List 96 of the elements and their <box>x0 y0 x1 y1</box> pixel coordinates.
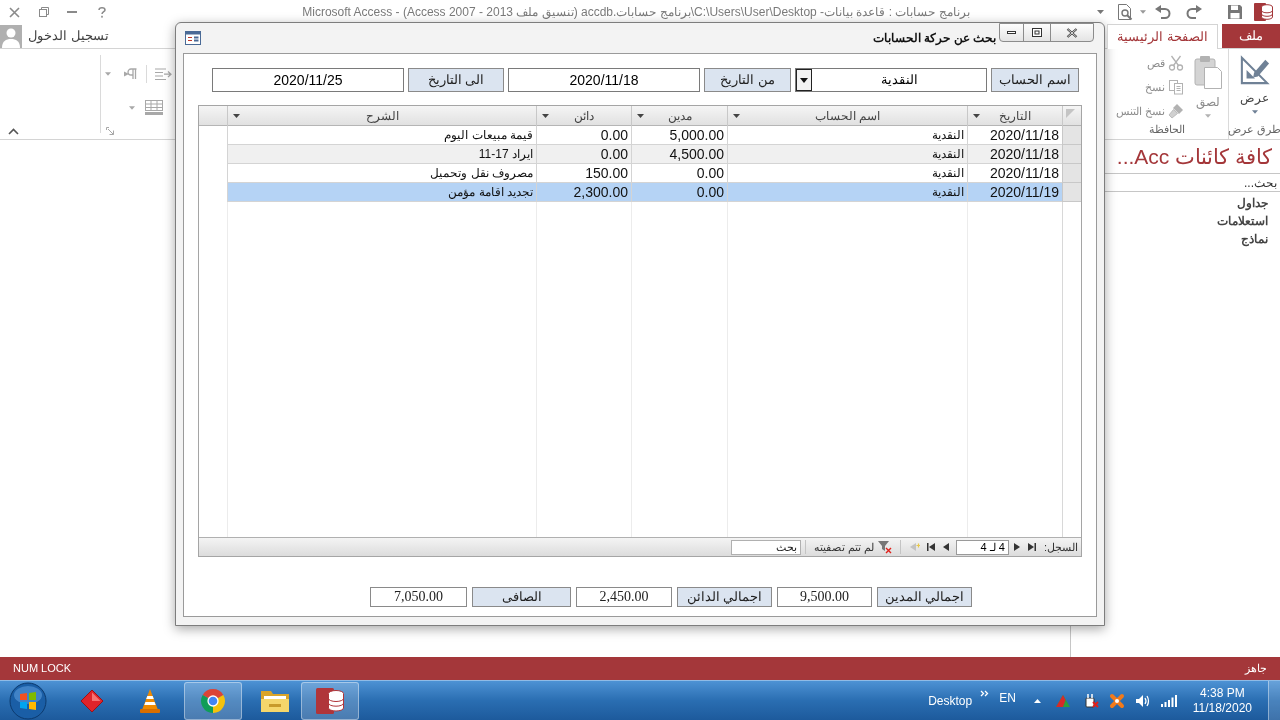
num-lock-indicator: NUM LOCK <box>13 661 72 677</box>
table-cell: النقدية <box>727 183 967 202</box>
group-label: طرق عرض <box>1227 122 1280 138</box>
total-field[interactable]: 9,500.00 <box>777 587 872 607</box>
dropdown-arrow-icon[interactable] <box>973 114 980 118</box>
gridlines-icon[interactable] <box>145 100 163 115</box>
caret-icon <box>1251 110 1258 114</box>
caret-icon <box>1205 114 1211 118</box>
caret-icon[interactable] <box>105 72 111 76</box>
previous-record-icon[interactable] <box>1012 543 1021 551</box>
restore-icon <box>1032 28 1042 37</box>
field-label: اسم الحساب <box>991 68 1079 92</box>
group-label: الحافظة <box>1148 122 1185 137</box>
next-record-icon[interactable] <box>941 543 950 551</box>
total-field[interactable]: 7,050.00 <box>370 587 467 607</box>
cross-icon[interactable] <box>1108 692 1125 709</box>
field-label: الى التاريخ <box>408 68 504 92</box>
caret-icon[interactable] <box>1140 10 1146 14</box>
total-label: الصافى <box>472 587 571 607</box>
save-icon[interactable] <box>1227 4 1243 20</box>
caret-icon <box>800 77 808 83</box>
nav-pane-title[interactable]: كافة كائنات Acc... <box>1116 143 1272 170</box>
clipboard-icon <box>1194 55 1222 89</box>
total-label: اجمالي المدين <box>877 587 972 607</box>
database-icon <box>315 686 345 715</box>
database-logo-icon <box>1254 3 1273 21</box>
record-position-field[interactable]: 4 لـ 4 <box>955 539 1009 555</box>
taskbar-app-button[interactable] <box>138 687 162 714</box>
close-icon[interactable] <box>9 6 20 18</box>
paragraph-direction-icon[interactable] <box>124 68 138 80</box>
search-field[interactable]: بحث <box>730 539 801 555</box>
diamond-icon <box>80 688 104 713</box>
help-icon[interactable] <box>98 6 106 18</box>
status-text: جاهز <box>1245 661 1267 677</box>
first-record-icon[interactable] <box>1027 543 1036 551</box>
ruler-pencil-icon <box>1239 55 1270 85</box>
print-preview-icon[interactable] <box>1117 3 1133 21</box>
minimize-button[interactable] <box>999 23 1024 42</box>
dropdown-button[interactable] <box>796 69 812 91</box>
table-cell: 0.00 <box>631 183 727 202</box>
table-cell: تجديد اقامة مؤمن <box>227 183 536 202</box>
clock-time[interactable]: 4:38 PM <box>1200 685 1245 701</box>
filter-icon <box>877 540 892 554</box>
dropdown-arrow-icon[interactable] <box>733 114 740 118</box>
double-chevron-icon[interactable] <box>980 690 990 697</box>
indent-icon[interactable] <box>155 68 172 80</box>
start-orb-icon[interactable] <box>9 681 47 720</box>
up-arrow-icon[interactable] <box>1033 698 1041 703</box>
window-title: برنامج حسابات : قاعدة بيانات- C:\Users\User\Desktop\برنامج حسابات.accdb (تنسيق ملف Access 2007 - 2013) - Microsoft Access <box>302 4 970 21</box>
dialog-launcher-icon[interactable] <box>106 127 114 135</box>
total-field[interactable]: 2,450.00 <box>576 587 672 607</box>
tricolor-circle-icon <box>200 687 226 714</box>
total-label: اجمالي الدائن <box>677 587 772 607</box>
restore-button[interactable] <box>1023 23 1051 42</box>
restore-icon[interactable] <box>39 7 49 17</box>
speaker-icon[interactable] <box>1134 693 1151 708</box>
copy-icon <box>1168 79 1184 95</box>
date-field[interactable]: 2020/11/18 <box>508 68 700 92</box>
nav-group-header[interactable]: جداول <box>1237 195 1268 211</box>
table-cell: 2,300.00 <box>536 183 631 202</box>
caret-icon[interactable] <box>129 105 135 110</box>
view-button[interactable]: عرض <box>1235 49 1274 114</box>
ribbon-tab[interactable]: الصفحة الرئيسية <box>1107 24 1218 49</box>
power-plug-icon[interactable] <box>1082 692 1099 709</box>
table-cell: 2020/11/19 <box>967 183 1062 202</box>
desktop-toolbar-label[interactable]: Desktop <box>928 691 973 710</box>
last-record-icon[interactable] <box>926 543 935 551</box>
minimize-icon <box>1007 31 1016 34</box>
account-combo-box[interactable]: النقدية <box>795 68 987 92</box>
sign-in-link[interactable]: تسجيل الدخول <box>28 26 109 46</box>
date-field[interactable]: 2020/11/25 <box>212 68 404 92</box>
redo-icon[interactable] <box>1186 5 1202 19</box>
customize-dropdown-icon[interactable] <box>1097 10 1104 14</box>
nav-group-header[interactable]: نماذج <box>1241 231 1268 247</box>
field-label: من التاريخ <box>704 68 791 92</box>
language-indicator[interactable]: EN <box>999 688 1016 707</box>
show-desktop-button[interactable] <box>1268 681 1280 720</box>
form-icon[interactable] <box>185 31 201 45</box>
dialog-title: بحث عن حركة الحسابات <box>873 30 996 47</box>
scissors-icon <box>1168 55 1184 71</box>
close-button[interactable] <box>1050 23 1094 42</box>
traffic-cone-icon <box>138 687 162 714</box>
dropdown-arrow-icon[interactable] <box>233 114 240 118</box>
undo-icon[interactable] <box>1155 5 1171 19</box>
close-icon <box>1066 27 1078 38</box>
nav-group-header[interactable]: استعلامات <box>1217 213 1268 229</box>
signal-bars-icon[interactable] <box>1160 694 1177 707</box>
taskbar-app-button[interactable] <box>80 688 104 713</box>
dropdown-arrow-icon[interactable] <box>637 114 644 118</box>
chevron-up-icon[interactable] <box>8 128 19 135</box>
filter-status-button[interactable]: لم تتم تصفيته <box>813 538 892 556</box>
clock-date[interactable]: 11/18/2020 <box>1192 700 1252 716</box>
record-label: السجل: <box>1043 539 1078 555</box>
paintbrush-icon <box>1168 103 1184 119</box>
file-tab[interactable]: ملف <box>1222 24 1280 48</box>
dropdown-arrow-icon[interactable] <box>542 114 549 118</box>
